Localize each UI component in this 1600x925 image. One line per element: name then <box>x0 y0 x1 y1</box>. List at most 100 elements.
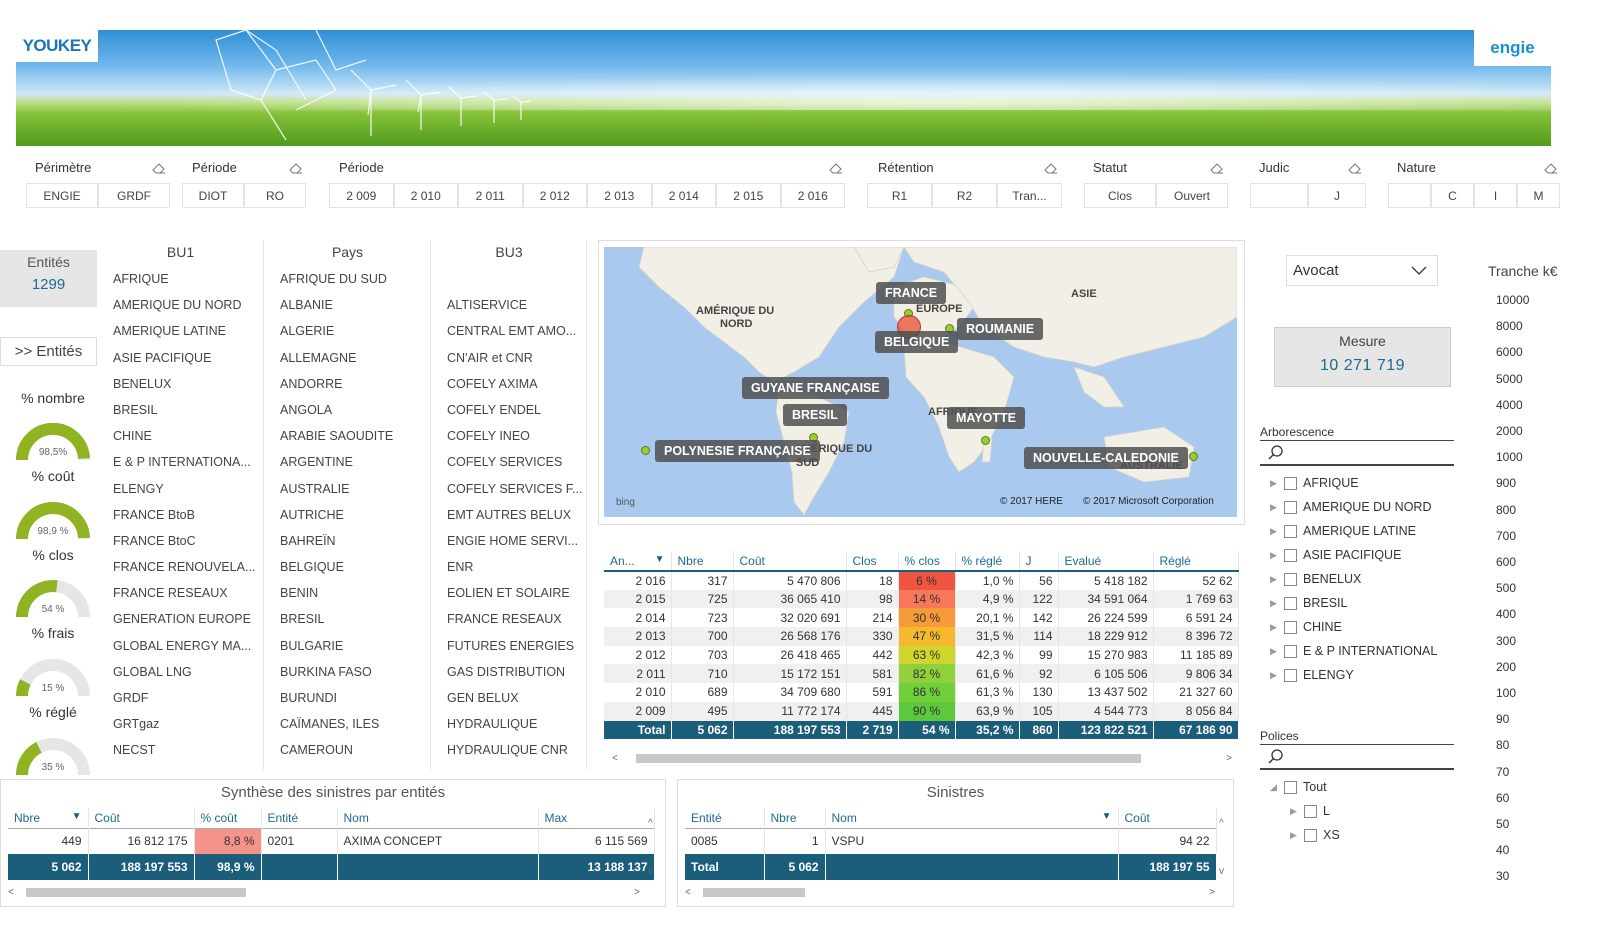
tranche-item[interactable]: 4000 <box>1496 398 1523 412</box>
list-item[interactable]: BRESIL <box>265 606 430 632</box>
map-dot-polynesie[interactable] <box>641 446 650 455</box>
column-header[interactable]: Réglé <box>1153 551 1239 571</box>
world-map[interactable]: AMÉRIQUE DU NORD EUROPE ASIE AFRIQUE AMÉ… <box>604 247 1237 517</box>
tranche-item[interactable]: 1000 <box>1496 450 1523 464</box>
map-label-roumanie[interactable]: ROUMANIE <box>957 318 1044 340</box>
checkbox[interactable] <box>1284 596 1297 610</box>
column-header[interactable]: % clos <box>898 551 956 571</box>
list-item[interactable]: ALLEMAGNE <box>265 345 430 371</box>
column-header[interactable]: Nom <box>337 808 539 828</box>
map-label-polynesie[interactable]: POLYNESIE FRANÇAISE <box>655 440 820 462</box>
list-item[interactable]: GLOBAL LNG <box>98 659 263 685</box>
list-item[interactable] <box>432 266 586 292</box>
tree-item[interactable]: ▶ AMERIQUE LATINE <box>1270 524 1416 538</box>
tranche-item[interactable]: 80 <box>1496 738 1509 752</box>
column-header[interactable]: J <box>1019 551 1059 571</box>
slicer-option[interactable] <box>1388 183 1431 208</box>
checkbox[interactable] <box>1284 668 1297 682</box>
expand-arrow-icon[interactable]: ▶ <box>1270 646 1284 657</box>
slicer-option[interactable]: 2 013 <box>587 183 652 208</box>
list-item[interactable]: AFRIQUE DU SUD <box>265 266 430 292</box>
tranche-item[interactable]: 8000 <box>1496 319 1523 333</box>
table-row[interactable]: 2 010 689 34 709 680 591 86 % 61,3 % 130 13 437… <box>604 683 1239 702</box>
table-row[interactable]: 2 012 703 26 418 465 442 63 % 42,3 % 99 15 270 … <box>604 645 1239 665</box>
list-item[interactable]: FRANCE RENOUVELA... <box>98 554 263 580</box>
list-item[interactable]: CAÏMANES, ILES <box>265 711 430 737</box>
map-label-nouvelle-caledonie[interactable]: NOUVELLE-CALEDONIE <box>1024 447 1188 469</box>
eraser-icon[interactable] <box>289 162 303 177</box>
list-item[interactable]: BENELUX <box>98 371 263 397</box>
list-item[interactable]: BELGIQUE <box>265 554 430 580</box>
tranche-item[interactable]: 700 <box>1496 529 1516 543</box>
scroll-right-icon[interactable]: > <box>634 887 640 898</box>
list-item[interactable]: GRDF <box>98 685 263 711</box>
checkbox[interactable] <box>1304 804 1317 818</box>
list-item[interactable]: ANDORRE <box>265 371 430 397</box>
avocat-dropdown[interactable]: Avocat <box>1286 255 1438 286</box>
eraser-icon[interactable] <box>152 162 166 177</box>
map-label-guyane[interactable]: GUYANE FRANÇAISE <box>742 377 889 399</box>
table-row[interactable]: 2 011 710 15 172 151 581 82 % 61,6 % 92 6 105 5… <box>604 664 1239 684</box>
arborescence-search-input[interactable] <box>1260 440 1454 466</box>
map-label-belgique[interactable]: BELGIQUE <box>875 331 959 353</box>
column-header[interactable]: Entité <box>685 808 765 828</box>
tranche-item[interactable]: 400 <box>1496 607 1516 621</box>
scroll-thumb[interactable] <box>702 887 805 897</box>
list-item[interactable]: BULGARIE <box>265 633 430 659</box>
list-item[interactable]: COFELY SERVICES <box>432 449 586 475</box>
list-item[interactable]: CENTRAL EMT AMO... <box>432 318 586 344</box>
scroll-left-icon[interactable]: < <box>612 753 618 764</box>
list-item[interactable]: FRANCE RESEAUX <box>98 580 263 606</box>
list-item[interactable]: EOLIEN ET SOLAIRE <box>432 580 586 606</box>
eraser-icon[interactable] <box>829 162 843 177</box>
tree-item[interactable]: ▶ ASIE PACIFIQUE <box>1270 548 1401 562</box>
entites-nav-button[interactable]: >> Entités <box>0 337 97 366</box>
column-header[interactable]: Entité <box>261 808 338 828</box>
scroll-thumb[interactable] <box>635 753 1141 763</box>
list-item[interactable]: BURUNDI <box>265 685 430 711</box>
slicer-option[interactable]: DIOT <box>182 183 244 208</box>
expand-arrow-icon[interactable]: ▶ <box>1270 670 1284 681</box>
list-item[interactable]: AFRIQUE <box>98 266 263 292</box>
tranche-item[interactable]: 600 <box>1496 555 1516 569</box>
slicer-option[interactable]: J <box>1308 183 1366 208</box>
checkbox[interactable] <box>1284 620 1297 634</box>
column-header[interactable]: Coût <box>1118 808 1217 828</box>
scroll-left-icon[interactable]: < <box>685 887 691 898</box>
list-item[interactable]: EMT AUTRES BELUX <box>432 502 586 528</box>
list-item[interactable]: CHINE <box>98 423 263 449</box>
slicer-option[interactable]: R2 <box>932 183 997 208</box>
slicer-option[interactable]: RO <box>244 183 306 208</box>
scroll-left-icon[interactable]: < <box>8 887 14 898</box>
table-row[interactable]: 449 16 812 175 8,8 % 0201 AXIMA CONCEPT 6 115… <box>8 828 655 854</box>
table-row[interactable]: 2 013 700 26 568 176 330 47 % 31,5 % 114 18 229… <box>604 627 1239 646</box>
list-item[interactable]: GRTgaz <box>98 711 263 737</box>
eraser-icon[interactable] <box>1044 162 1058 177</box>
tranche-item[interactable]: 70 <box>1496 765 1509 779</box>
slicer-option[interactable]: 2 015 <box>716 183 781 208</box>
tranche-item[interactable]: 60 <box>1496 791 1509 805</box>
map-dot-mayotte[interactable] <box>981 436 990 445</box>
list-item[interactable]: AMERIQUE LATINE <box>98 318 263 344</box>
list-item[interactable]: GENERATION EUROPE <box>98 606 263 632</box>
list-item[interactable]: CAMEROUN <box>265 737 430 763</box>
synthese-vscroll-down-icon[interactable]: v <box>648 866 653 877</box>
sort-desc-icon[interactable]: ▼ <box>72 811 82 822</box>
eraser-icon[interactable] <box>1348 162 1362 177</box>
list-item[interactable]: ALTISERVICE <box>432 292 586 318</box>
list-item[interactable]: BURKINA FASO <box>265 659 430 685</box>
expand-arrow-icon[interactable]: ▶ <box>1270 478 1284 489</box>
tree-item[interactable]: ▶ AFRIQUE <box>1270 476 1359 490</box>
collapse-arrow-icon[interactable]: ◢ <box>1270 782 1284 793</box>
tree-item[interactable]: ▶ BRESIL <box>1270 596 1347 610</box>
list-item[interactable]: COFELY SERVICES F... <box>432 476 586 502</box>
list-item[interactable]: NECST <box>98 737 263 763</box>
list-item[interactable]: ANGOLA <box>265 397 430 423</box>
slicer-option[interactable]: 2 016 <box>780 183 845 208</box>
checkbox[interactable] <box>1284 780 1297 794</box>
map-label-france[interactable]: FRANCE <box>876 282 947 304</box>
list-item[interactable]: HYDRAULIQUE <box>432 711 586 737</box>
expand-arrow-icon[interactable]: ▶ <box>1290 806 1304 817</box>
column-header[interactable]: % coût <box>194 808 262 828</box>
expand-arrow-icon[interactable]: ▶ <box>1270 550 1284 561</box>
